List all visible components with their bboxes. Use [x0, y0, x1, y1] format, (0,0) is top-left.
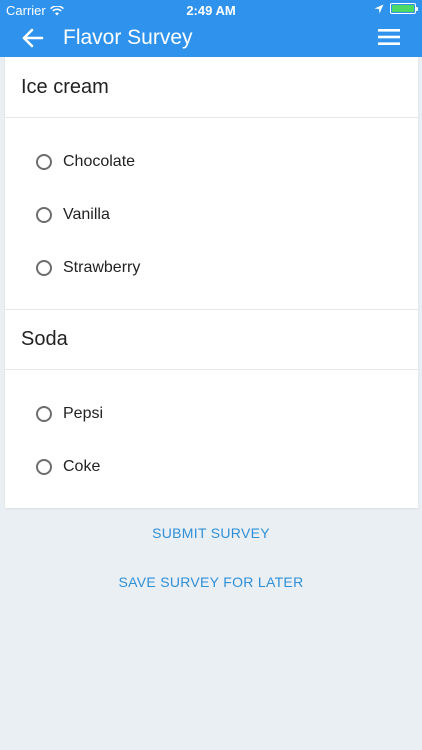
- option-vanilla[interactable]: Vanilla: [5, 188, 418, 241]
- section-title-ice-cream: Ice cream: [5, 57, 418, 118]
- survey-card: Ice cream Chocolate Vanilla Strawberry S…: [5, 57, 418, 508]
- save-survey-later-button[interactable]: SAVE SURVEY FOR LATER: [0, 574, 422, 590]
- arrow-left-icon[interactable]: [20, 26, 46, 50]
- ice-cream-options: Chocolate Vanilla Strawberry: [5, 118, 418, 309]
- option-strawberry[interactable]: Strawberry: [5, 241, 418, 294]
- option-coke[interactable]: Coke: [5, 440, 418, 493]
- battery-icon: [390, 3, 418, 14]
- option-chocolate[interactable]: Chocolate: [5, 135, 418, 188]
- option-pepsi[interactable]: Pepsi: [5, 387, 418, 440]
- option-label: Strawberry: [63, 258, 141, 276]
- radio-button[interactable]: [36, 259, 52, 276]
- soda-options: Pepsi Coke: [5, 370, 418, 508]
- option-label: Vanilla: [63, 205, 110, 223]
- app-bar: Carrier 2:49 AM Flavor Survey: [0, 0, 422, 57]
- radio-button[interactable]: [36, 206, 52, 223]
- battery-level: [392, 5, 414, 12]
- radio-button[interactable]: [36, 458, 52, 475]
- status-bar: Carrier 2:49 AM: [0, 0, 422, 20]
- status-indicators: [374, 3, 418, 14]
- hamburger-menu-icon[interactable]: [378, 28, 400, 46]
- option-label: Coke: [63, 457, 101, 475]
- option-label: Chocolate: [63, 152, 136, 170]
- location-arrow-icon: [374, 4, 384, 13]
- radio-button[interactable]: [36, 153, 52, 170]
- section-title-soda: Soda: [5, 309, 418, 370]
- status-time: 2:49 AM: [186, 3, 236, 18]
- toolbar: Flavor Survey: [0, 20, 422, 57]
- page-title: Flavor Survey: [63, 26, 193, 49]
- submit-survey-button[interactable]: SUBMIT SURVEY: [0, 525, 422, 541]
- radio-button[interactable]: [36, 405, 52, 422]
- option-label: Pepsi: [63, 404, 104, 422]
